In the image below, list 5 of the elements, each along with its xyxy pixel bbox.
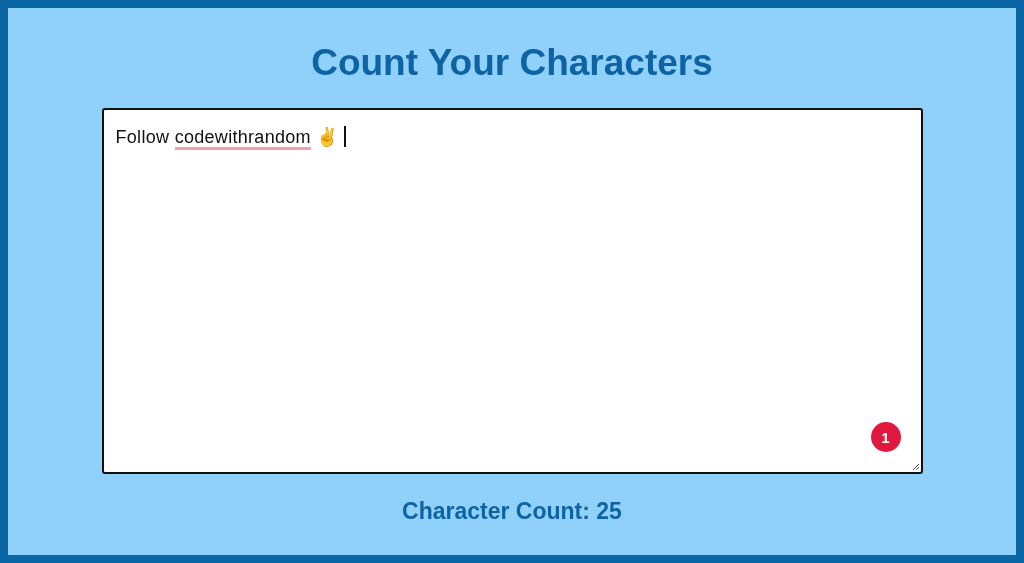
page-title: Count Your Characters	[311, 42, 713, 84]
character-count: Character Count: 25	[402, 498, 622, 525]
notification-badge[interactable]: 1	[870, 422, 901, 452]
text-area[interactable]: Follow codewithrandom ✌ 1	[101, 108, 923, 474]
resize-handle-icon[interactable]	[910, 462, 920, 471]
